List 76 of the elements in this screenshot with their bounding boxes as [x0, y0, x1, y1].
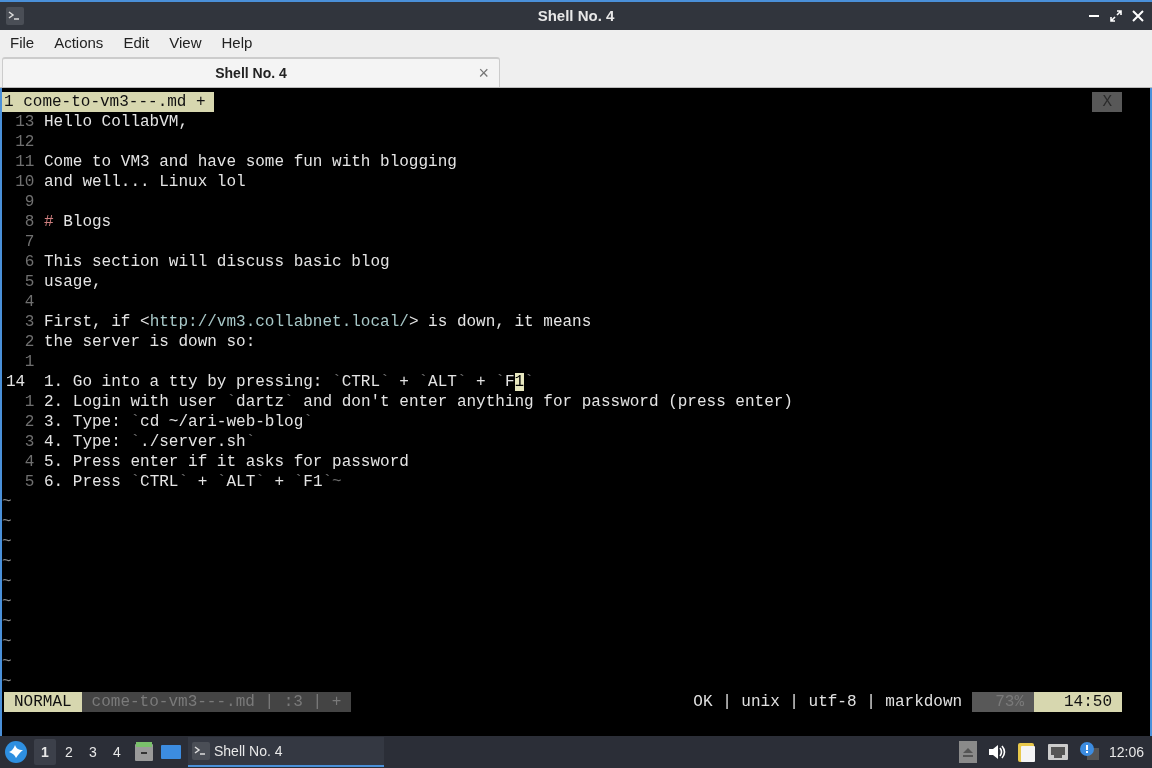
empty-line-marker: ~: [2, 492, 12, 512]
code-line: and well... Linux lol: [44, 172, 246, 192]
line-number: 14: [6, 372, 27, 392]
code-line: usage,: [44, 272, 102, 292]
line-number: 2: [23, 332, 36, 352]
empty-line-marker: ~: [2, 612, 12, 632]
tab-close-button[interactable]: ×: [478, 64, 489, 82]
line-number: 5: [23, 472, 36, 492]
line-number: 4: [23, 292, 36, 312]
menu-item[interactable]: View: [169, 31, 202, 55]
task-label: Shell No. 4: [214, 741, 283, 761]
terminal-tab[interactable]: Shell No. 4 ×: [2, 57, 500, 87]
menu-item[interactable]: Help: [221, 31, 253, 55]
desktop-icon[interactable]: [160, 743, 182, 761]
menu-item[interactable]: Actions: [54, 31, 104, 55]
code-line: 1. Go into a tty by pressing: `CTRL` + `ALT` + `F1`: [44, 372, 534, 392]
code-line: Come to VM3 and have some fun with blogging: [44, 152, 457, 172]
workspace-button[interactable]: 4: [106, 739, 128, 765]
menu-item[interactable]: Edit: [123, 31, 150, 55]
vim-mode: NORMAL: [4, 692, 82, 712]
empty-line-marker: ~: [2, 512, 12, 532]
clipboard-icon[interactable]: [1016, 741, 1037, 763]
line-number: 7: [23, 232, 36, 252]
line-number: 6: [23, 252, 36, 272]
workspace-button[interactable]: 2: [58, 739, 80, 765]
line-number: 4: [23, 452, 36, 472]
network-icon[interactable]: [1046, 743, 1069, 761]
cursor-position: 14:50: [1034, 692, 1122, 712]
code-line: 5. Press enter if it asks for password: [44, 452, 409, 472]
volume-icon[interactable]: [986, 743, 1007, 761]
close-icon[interactable]: [1132, 10, 1144, 22]
line-number: 3: [23, 312, 36, 332]
start-menu-icon[interactable]: [4, 740, 28, 764]
buffer-tab[interactable]: 1 come-to-vm3---.md +: [2, 92, 214, 112]
line-number: 2: [23, 412, 36, 432]
code-line: First, if <http://vm3.collabnet.local/> is down, it means: [44, 312, 592, 332]
line-number: 12: [14, 132, 36, 152]
code-line: the server is down so:: [44, 332, 256, 352]
eject-icon[interactable]: [958, 741, 977, 763]
workspace-button[interactable]: 3: [82, 739, 104, 765]
empty-line-marker: ~: [2, 632, 12, 652]
line-number: 5: [23, 272, 36, 292]
code-line: 4. Type: `./server.sh`: [44, 432, 256, 452]
file-format-info: OK | unix | utf-8 | markdown: [693, 692, 964, 712]
line-number: 1: [23, 352, 36, 372]
terminal-icon[interactable]: [6, 7, 24, 25]
code-line: Hello CollabVM,: [44, 112, 189, 132]
line-number: 8: [23, 212, 36, 232]
line-number: 13: [14, 112, 36, 132]
notification-icon[interactable]: [1078, 742, 1099, 762]
line-number: 10: [14, 172, 36, 192]
terminal-icon[interactable]: [192, 742, 210, 760]
taskbar-task[interactable]: Shell No. 4: [188, 737, 384, 767]
code-line: # Blogs: [44, 212, 112, 232]
file-cabinet-icon[interactable]: [134, 742, 154, 762]
empty-line-marker: ~: [2, 572, 12, 592]
empty-line-marker: ~: [2, 652, 12, 672]
line-number: 3: [23, 432, 36, 452]
code-line: 2. Login with user `dartz` and don't enter anything for password (press enter): [44, 392, 793, 412]
workspace-button[interactable]: 1: [34, 739, 56, 765]
menu-item[interactable]: File: [10, 31, 35, 55]
empty-line-marker: ~: [2, 532, 12, 552]
code-line: 6. Press `CTRL` + `ALT` + `F1`~: [44, 472, 342, 492]
empty-line-marker: ~: [2, 672, 12, 692]
line-number: 11: [14, 152, 36, 172]
code-line: 3. Type: `cd ~/ari-web-blog`: [44, 412, 313, 432]
empty-line-marker: ~: [2, 552, 12, 572]
tab-label: Shell No. 4: [215, 63, 287, 83]
maximize-icon[interactable]: [1110, 10, 1122, 22]
line-number: 9: [23, 192, 36, 212]
code-line: This section will discuss basic blog: [44, 252, 390, 272]
text-cursor: 1: [514, 373, 525, 391]
window-title: Shell No. 4: [537, 6, 615, 24]
empty-line-marker: ~: [2, 592, 12, 612]
line-number: 1: [23, 392, 36, 412]
clock[interactable]: 12:06: [1108, 741, 1144, 763]
